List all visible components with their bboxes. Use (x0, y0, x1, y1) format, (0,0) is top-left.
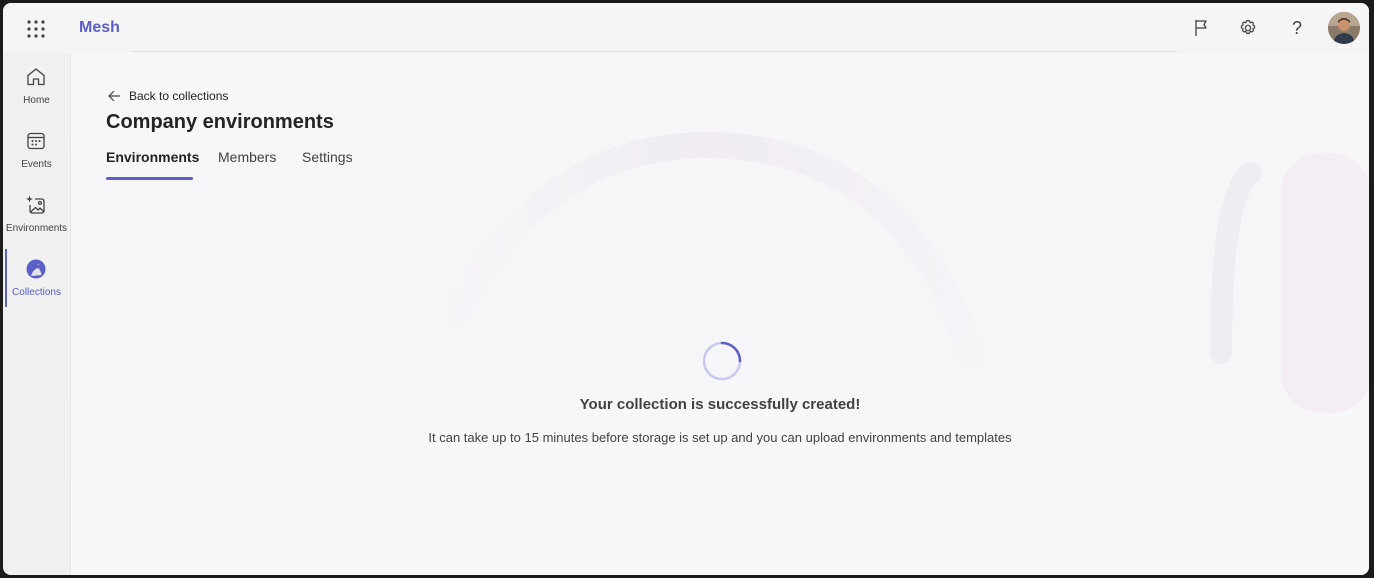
rail-item-label: Environments (5, 223, 68, 234)
rail-item-events[interactable]: Events (3, 129, 70, 189)
flag-icon[interactable] (1188, 15, 1214, 41)
left-rail: Home Events Environments Collections (3, 53, 71, 575)
rail-item-label: Collections (12, 287, 61, 298)
tab-settings[interactable]: Settings (302, 149, 353, 165)
page-title: Company environments (106, 111, 334, 133)
gear-icon[interactable] (1235, 15, 1261, 41)
rail-item-home[interactable]: Home (3, 65, 70, 125)
calendar-icon (24, 129, 48, 153)
rail-item-collections[interactable]: Collections (3, 257, 70, 317)
status-subtitle: It can take up to 15 minutes before stor… (428, 430, 1012, 445)
app-window: Mesh ? Home Events Environments Collecti… (3, 3, 1369, 575)
top-bar: Mesh ? (3, 3, 1369, 53)
topbar-divider (131, 51, 1177, 52)
help-icon[interactable]: ? (1284, 15, 1310, 41)
arrow-left-icon (108, 90, 121, 102)
collections-icon (24, 257, 48, 281)
image-sparkle-icon (24, 193, 48, 217)
avatar[interactable] (1328, 12, 1360, 44)
app-name[interactable]: Mesh (79, 19, 120, 37)
rail-item-label: Home (23, 95, 50, 106)
back-to-collections-link[interactable]: Back to collections (107, 87, 228, 105)
loading-spinner (702, 341, 742, 381)
rail-item-environments[interactable]: Environments (3, 193, 70, 253)
tab-active-underline (106, 177, 193, 180)
home-icon (24, 65, 48, 89)
tab-members[interactable]: Members (218, 149, 276, 165)
main-content: Back to collections Company environments… (71, 53, 1369, 575)
status-title: Your collection is successfully created! (579, 396, 861, 413)
back-link-label: Back to collections (129, 89, 229, 103)
app-launcher-icon[interactable] (23, 16, 49, 42)
rail-item-label: Events (21, 159, 52, 170)
tab-environments[interactable]: Environments (106, 149, 199, 165)
